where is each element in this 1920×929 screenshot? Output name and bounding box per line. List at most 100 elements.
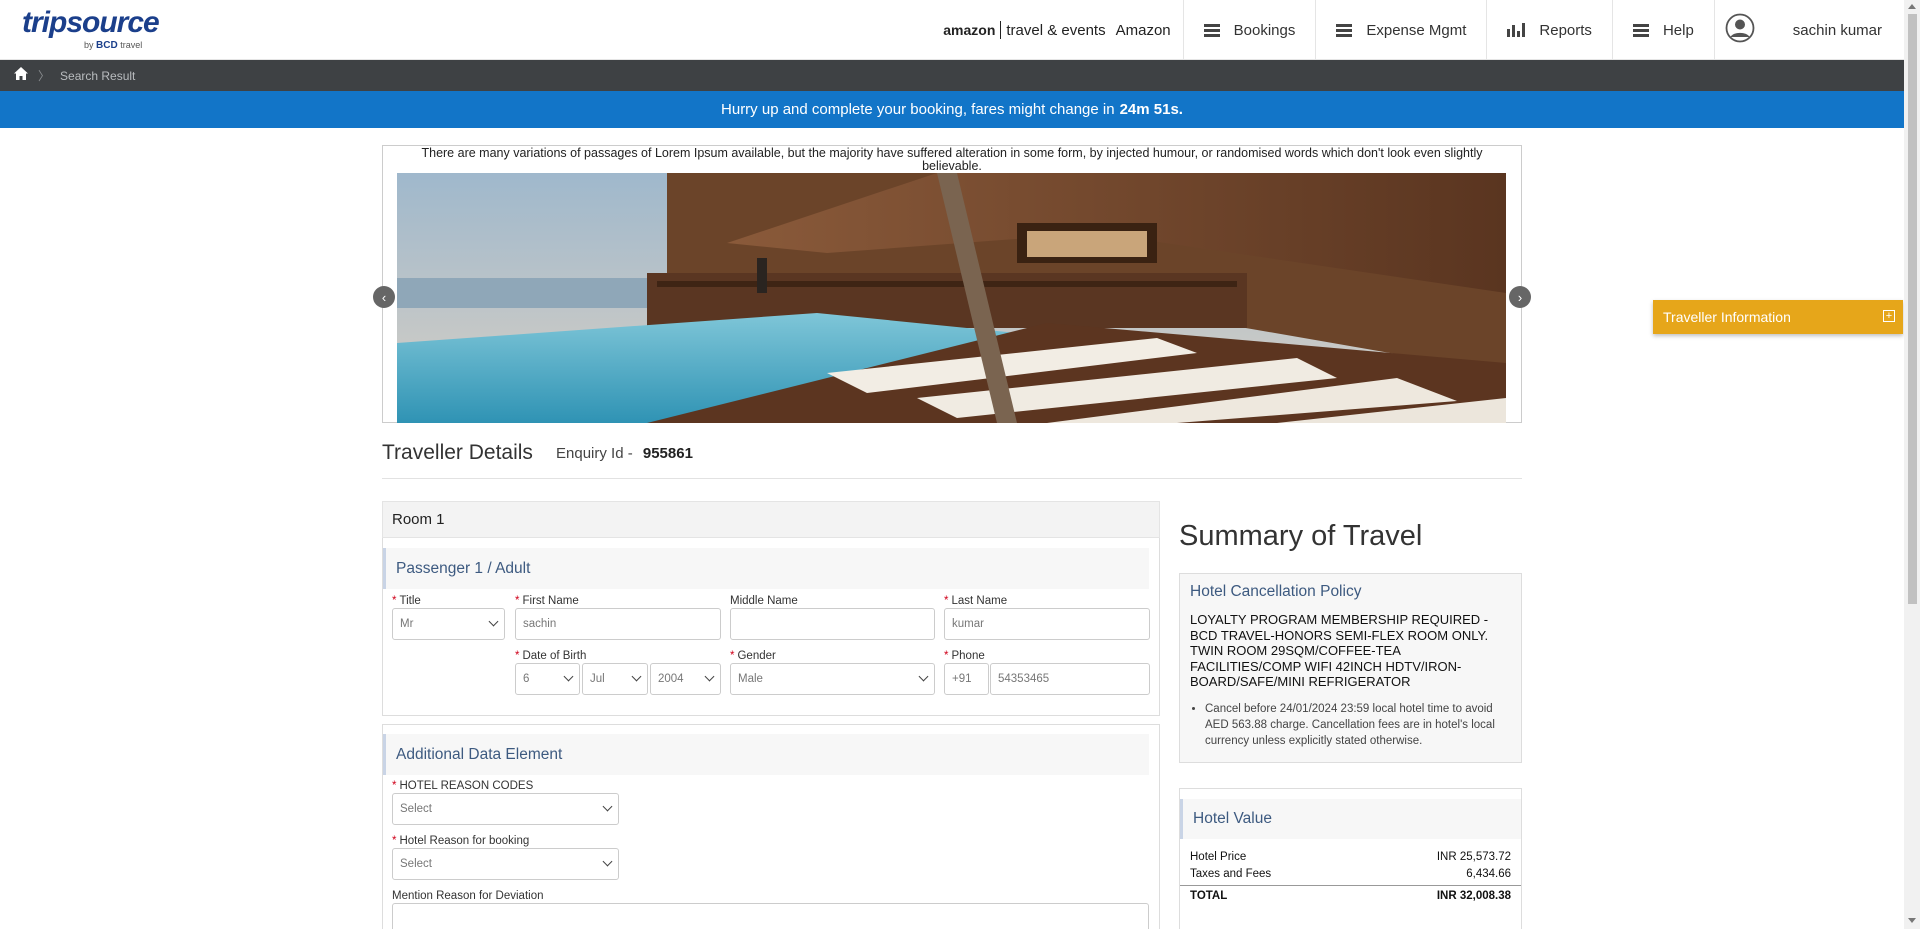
cancellation-policy: Hotel Cancellation Policy LOYALTY PROGRA… bbox=[1179, 573, 1522, 763]
enquiry-value: 955861 bbox=[642, 445, 693, 462]
policy-list: Cancel before 24/01/2024 23:59 local hot… bbox=[1190, 701, 1511, 749]
passenger-heading: Passenger 1 / Adult bbox=[383, 548, 1149, 589]
nav-expense-label: Expense Mgmt bbox=[1366, 21, 1467, 39]
scroll-down-icon[interactable] bbox=[1908, 918, 1916, 923]
enquiry-label: Enquiry Id - bbox=[556, 445, 633, 462]
total-label: TOTAL bbox=[1190, 889, 1228, 902]
expand-icon[interactable]: + bbox=[1883, 310, 1895, 322]
dob-label: * Date of Birth bbox=[515, 650, 587, 662]
total-row: TOTAL INR 32,008.38 bbox=[1180, 885, 1521, 905]
first-name-label: * First Name bbox=[515, 595, 579, 607]
breadcrumb-search-result[interactable]: Search Result bbox=[60, 69, 135, 83]
scrollbar-thumb[interactable] bbox=[1908, 14, 1917, 604]
traveller-information-label: Traveller Information bbox=[1663, 309, 1791, 325]
gender-label: * Gender bbox=[730, 650, 776, 662]
fare-timer-banner: Hurry up and complete your booking, fare… bbox=[0, 91, 1904, 128]
chevron-down-icon bbox=[631, 671, 642, 682]
gender-select[interactable]: Male bbox=[730, 663, 935, 695]
hotel-value-heading: Hotel Value bbox=[1180, 799, 1521, 839]
enquiry-id: Enquiry Id - 955861 bbox=[556, 445, 693, 462]
logo-by: by bbox=[84, 40, 94, 50]
bar-chart-icon bbox=[1507, 23, 1526, 37]
tripsource-logo[interactable]: tripsource by BCD travel bbox=[22, 6, 160, 52]
room-heading: Room 1 bbox=[382, 501, 1160, 538]
breadcrumb: 〉 Search Result bbox=[0, 60, 1904, 91]
additional-data-card: Additional Data Element * HOTEL REASON CO… bbox=[382, 724, 1160, 929]
hotel-reason-codes-label: * HOTEL REASON CODES bbox=[392, 780, 534, 792]
brand-divider bbox=[1000, 21, 1002, 39]
phone-label: * Phone bbox=[944, 650, 985, 662]
hotel-image-carousel: There are many variations of passages of… bbox=[373, 145, 1531, 423]
last-name-field[interactable]: kumar bbox=[944, 608, 1150, 640]
amazon-logo: amazon bbox=[943, 22, 996, 38]
last-name-label: * Last Name bbox=[944, 595, 1008, 607]
dob-day-select[interactable]: 6 bbox=[515, 663, 580, 695]
carousel-caption: There are many variations of passages of… bbox=[421, 146, 1483, 173]
client-name: Amazon bbox=[1115, 21, 1171, 39]
nav-reports[interactable]: Reports bbox=[1486, 0, 1612, 60]
logo-bcd: BCD bbox=[96, 40, 118, 51]
taxes-value: 6,434.66 bbox=[1466, 867, 1511, 880]
first-name-field[interactable]: sachin bbox=[515, 608, 721, 640]
logo-wordmark: tripsource bbox=[22, 6, 160, 39]
user-avatar-icon bbox=[1725, 13, 1755, 48]
logo-subtext: by BCD travel bbox=[84, 40, 159, 51]
dob-year-select[interactable]: 2004 bbox=[650, 663, 721, 695]
passenger-card: Passenger 1 / Adult * Title * First Name M… bbox=[382, 538, 1160, 716]
home-icon[interactable] bbox=[14, 66, 28, 85]
client-brand: amazon travel & events Amazon bbox=[943, 21, 1182, 39]
cancellation-policy-heading: Hotel Cancellation Policy bbox=[1190, 583, 1362, 600]
carousel-next-icon[interactable]: › bbox=[1509, 286, 1531, 308]
deviation-reason-field[interactable] bbox=[392, 903, 1149, 929]
chevron-down-icon bbox=[563, 671, 574, 682]
price-value: INR 25,573.72 bbox=[1436, 850, 1511, 863]
middle-name-label: Middle Name bbox=[730, 595, 798, 607]
chevron-down-icon bbox=[602, 801, 613, 812]
menu-icon bbox=[1203, 23, 1220, 37]
timer-message: Hurry up and complete your booking, fare… bbox=[721, 101, 1115, 118]
hotel-reason-codes-select[interactable]: Select bbox=[392, 793, 619, 825]
phone-number-field[interactable]: 54353465 bbox=[990, 663, 1150, 695]
user-menu[interactable]: sachin kumar bbox=[1713, 0, 1904, 60]
hotel-reason-booking-select[interactable]: Select bbox=[392, 848, 619, 880]
nav-help-label: Help bbox=[1662, 21, 1694, 39]
divider bbox=[382, 478, 1522, 479]
hotel-value-card: Hotel Value Hotel Price INR 25,573.72 Ta… bbox=[1179, 788, 1522, 929]
dob-month-select[interactable]: Jul bbox=[582, 663, 648, 695]
traveller-information-tab[interactable]: Traveller Information + bbox=[1653, 300, 1903, 334]
nav-expense-mgmt[interactable]: Expense Mgmt bbox=[1315, 0, 1486, 60]
timer-countdown: 24m 51s. bbox=[1119, 101, 1183, 118]
phone-code-field[interactable]: +91 bbox=[944, 663, 989, 695]
chevron-down-icon bbox=[704, 671, 715, 682]
nav-bookings-label: Bookings bbox=[1233, 21, 1296, 39]
policy-item: Cancel before 24/01/2024 23:59 local hot… bbox=[1205, 701, 1511, 749]
chevron-down-icon bbox=[602, 856, 613, 867]
middle-name-field[interactable] bbox=[730, 608, 935, 640]
user-name: sachin kumar bbox=[1792, 21, 1882, 39]
page: tripsource by BCD travel amazon travel &… bbox=[0, 0, 1920, 929]
main-nav: amazon travel & events Amazon Bookings E… bbox=[943, 0, 1904, 60]
taxes-label: Taxes and Fees bbox=[1190, 867, 1272, 880]
nav-reports-label: Reports bbox=[1539, 21, 1592, 39]
amazon-tag: travel & events bbox=[1006, 21, 1106, 39]
top-header: tripsource by BCD travel amazon travel &… bbox=[0, 0, 1904, 60]
hotel-reason-booking-label: * Hotel Reason for booking bbox=[392, 835, 530, 847]
title-select[interactable]: Mr bbox=[392, 608, 505, 640]
taxes-row: Taxes and Fees 6,434.66 bbox=[1180, 865, 1521, 882]
nav-bookings[interactable]: Bookings bbox=[1182, 0, 1316, 60]
page-title: Traveller Details bbox=[382, 441, 533, 464]
room-description: LOYALTY PROGRAM MEMBERSHIP REQUIRED - BC… bbox=[1190, 612, 1489, 689]
carousel-prev-icon[interactable]: ‹ bbox=[373, 286, 395, 308]
menu-icon bbox=[1632, 23, 1649, 37]
additional-data-heading: Additional Data Element bbox=[383, 734, 1149, 775]
price-row: Hotel Price INR 25,573.72 bbox=[1180, 848, 1521, 865]
deviation-reason-label: Mention Reason for Deviation bbox=[392, 890, 544, 902]
chevron-down-icon bbox=[918, 671, 929, 682]
price-label: Hotel Price bbox=[1190, 850, 1247, 863]
nav-help[interactable]: Help bbox=[1611, 0, 1714, 60]
breadcrumb-separator-icon: 〉 bbox=[38, 69, 51, 83]
scroll-up-icon[interactable] bbox=[1908, 4, 1916, 9]
page-scrollbar[interactable] bbox=[1904, 0, 1920, 929]
chevron-down-icon bbox=[488, 616, 499, 627]
logo-travel: travel bbox=[120, 40, 143, 50]
